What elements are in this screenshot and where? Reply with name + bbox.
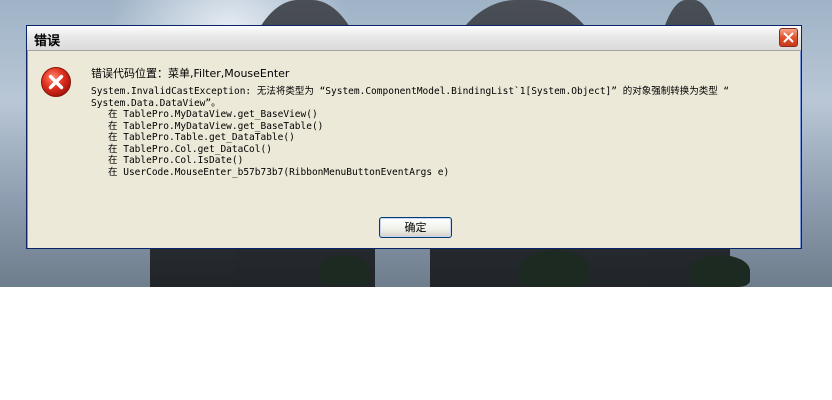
tree-shape bbox=[520, 250, 590, 287]
error-location-text: 错误代码位置：菜单,Filter,MouseEnter bbox=[91, 67, 290, 80]
close-icon bbox=[783, 32, 794, 43]
stack-trace-line: 在 TablePro.MyDataView.get_BaseTable() bbox=[108, 120, 324, 132]
dialog-titlebar[interactable]: 错误 bbox=[27, 26, 801, 51]
tree-shape bbox=[320, 255, 370, 285]
stack-trace-line: 在 TablePro.Col.IsDate() bbox=[108, 155, 244, 166]
stack-trace-line: 在 TablePro.MyDataView.get_BaseView() bbox=[108, 109, 318, 120]
error-message: System.InvalidCastException: 无法将类型为 “Sys… bbox=[91, 86, 796, 178]
error-dialog: 错误 错误代码位置：菜单,Filter,MouseEnter System.In… bbox=[26, 25, 802, 249]
exception-line: System.InvalidCastException: 无法将类型为 “Sys… bbox=[91, 86, 730, 97]
blank-area bbox=[0, 287, 832, 400]
exception-line: System.Data.DataView”。 bbox=[91, 97, 221, 109]
close-button[interactable] bbox=[779, 28, 798, 47]
dialog-body: 错误代码位置：菜单,Filter,MouseEnter System.Inval… bbox=[28, 51, 800, 248]
dialog-title: 错误 bbox=[34, 34, 61, 49]
error-x-icon bbox=[41, 67, 71, 97]
stack-trace-line: 在 UserCode.MouseEnter_b57b73b7(RibbonMen… bbox=[108, 166, 450, 178]
stack-trace-line: 在 TablePro.Table.get_DataTable() bbox=[108, 132, 295, 143]
tree-shape bbox=[690, 255, 750, 287]
stack-trace-line: 在 TablePro.Col.get_DataCol() bbox=[108, 143, 272, 155]
ok-button[interactable]: 确定 bbox=[379, 217, 452, 238]
